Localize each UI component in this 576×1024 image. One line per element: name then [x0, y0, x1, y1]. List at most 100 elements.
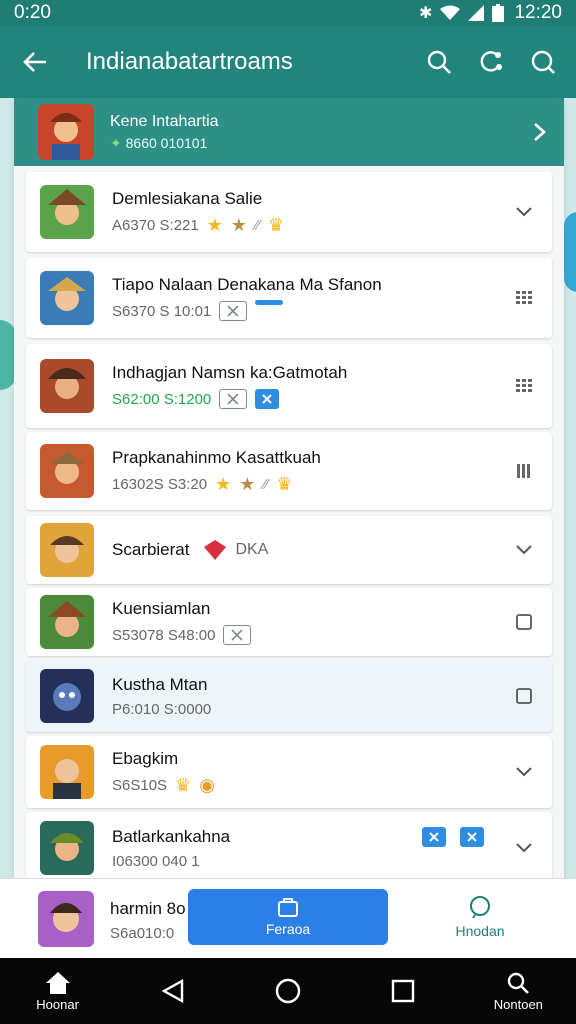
row-meta-text: P6:010 S:0000 [112, 700, 212, 718]
avatar [40, 444, 94, 498]
help-button[interactable] [524, 43, 562, 81]
status-time-right: 12:20 [514, 2, 562, 23]
list-item[interactable]: Kuensiamlan S53078 S48:00 [26, 588, 552, 656]
grid-icon[interactable] [496, 379, 552, 393]
star-icon: ★ [215, 473, 232, 494]
slash-icon: ⁄⁄ [263, 475, 269, 493]
close-chip-blue-icon[interactable] [422, 827, 446, 847]
row-title: Prapkanahinmo Kasattkuah [112, 447, 321, 467]
checkbox-icon[interactable] [496, 614, 552, 630]
row-meta-text: S62:00 S:1200 [112, 390, 212, 408]
search-icon [508, 972, 530, 994]
page-title: Indianabatartroams [86, 48, 293, 75]
nav-search-label: Nontoen [493, 996, 543, 1012]
secondary-action-button[interactable]: Hnodan [430, 889, 530, 945]
row-meta: S53078 S48:00 [112, 625, 496, 645]
star-icon: ★ [239, 473, 256, 494]
share-button[interactable] [472, 43, 510, 81]
square-recents-icon [391, 979, 415, 1003]
nav-home-circle[interactable] [243, 977, 333, 1005]
chat-icon [470, 896, 490, 919]
app-bar: Indianabatartroams [0, 26, 576, 98]
coin-icon: ◉ [199, 774, 215, 795]
nav-home[interactable]: Hoonar [13, 971, 103, 1012]
crown-icon: ♛ [268, 214, 285, 235]
checkbox-icon[interactable] [496, 688, 552, 704]
rank-up-icon: ✦ [110, 134, 126, 151]
chevron-down-icon[interactable] [496, 543, 552, 557]
share-icon [480, 51, 502, 72]
close-chip-icon[interactable] [219, 389, 248, 409]
row-title: Kuensiamlan [112, 599, 211, 618]
bottom-sheet-title: harmin 8o [110, 899, 186, 918]
avatar [38, 891, 94, 947]
row-meta-text: A6370 S:221 [112, 216, 199, 234]
nav-search[interactable]: Nontoen [473, 971, 563, 1012]
list-icon[interactable] [496, 464, 552, 478]
bag-icon [278, 898, 298, 917]
row-title: Scarbierat [112, 540, 190, 559]
status-right: ✱ 12:20 [419, 2, 562, 24]
list-item[interactable]: Indhagjan Namsn ka:Gatmotah S62:00 S:120… [26, 344, 552, 428]
primary-action-button[interactable]: Feraoa [188, 889, 388, 945]
avatar [40, 669, 94, 723]
row-meta: S6370 S 10:01 [112, 299, 496, 321]
bottom-sheet: harmin 8o S6a010:0 Feraoa Hnodan [0, 878, 576, 958]
ruby-icon [203, 539, 227, 561]
chevron-down-icon[interactable] [496, 841, 552, 855]
avatar [40, 523, 94, 577]
game-list: Kene Intahartia ✦ 8660 010101 Demlesiaka… [14, 98, 564, 888]
arrow-left-icon [23, 52, 46, 72]
bluetooth-icon: ✱ [419, 5, 433, 22]
chevron-down-icon[interactable] [496, 205, 552, 219]
row-meta: A6370 S:221 ★ ★ ⁄⁄ ♛ [112, 215, 496, 236]
slash-icon: ⁄⁄ [255, 216, 261, 234]
row-badge: DKA [235, 541, 269, 558]
avatar [40, 185, 94, 239]
chevron-right-icon[interactable] [514, 121, 564, 143]
status-time-left: 0:20 [14, 2, 51, 23]
nav-back[interactable] [128, 978, 218, 1004]
home-icon [45, 971, 70, 994]
primary-action-label: Feraoa [265, 921, 311, 937]
star-icon: ★ [206, 214, 223, 235]
system-nav-bar: Hoonar Nontoen [0, 958, 576, 1024]
row-meta-text: S6S10S [112, 776, 168, 794]
list-item[interactable]: Tiapo Nalaan Denakana Ma Sfanon S6370 S … [26, 258, 552, 338]
list-item[interactable]: Scarbierat DKA [26, 516, 552, 584]
back-button[interactable] [0, 26, 70, 98]
row-title: Batlarkankahna [112, 826, 231, 846]
row-title: Tiapo Nalaan Denakana Ma Sfanon [112, 275, 382, 294]
list-item[interactable]: Prapkanahinmo Kasattkuah 16302S S3:20 ★ … [26, 432, 552, 510]
close-chip-blue-icon[interactable] [460, 827, 484, 847]
search-button[interactable] [420, 43, 458, 81]
featured-name: Kene Intahartia [110, 112, 219, 130]
list-item[interactable]: Batlarkankahna I06300 040 1 [26, 812, 552, 884]
battery-icon [492, 4, 505, 22]
grid-icon[interactable] [496, 291, 552, 305]
row-meta-text: I06300 040 1 [112, 852, 200, 870]
close-chip-blue-icon[interactable] [255, 389, 280, 409]
wifi-icon [440, 5, 461, 20]
nav-recents[interactable] [358, 979, 448, 1003]
row-meta-text: S53078 S48:00 [112, 626, 216, 644]
row-meta: S6S10S ♛ ◉ [112, 775, 496, 796]
featured-item[interactable]: Kene Intahartia ✦ 8660 010101 [14, 98, 564, 166]
status-icons: ✱ [419, 3, 505, 23]
list-item[interactable]: Demlesiakana Salie A6370 S:221 ★ ★ ⁄⁄ ♛ [26, 172, 552, 252]
row-meta: P6:010 S:0000 [112, 701, 496, 718]
search-icon [427, 50, 451, 74]
close-chip-icon[interactable] [223, 625, 252, 645]
avatar [40, 821, 94, 875]
secondary-action-label: Hnodan [455, 923, 505, 939]
avatar [40, 595, 94, 649]
star-icon: ★ [230, 214, 248, 235]
circle-home-icon [275, 978, 301, 1004]
row-meta-text: S6370 S 10:01 [112, 302, 212, 320]
list-item[interactable]: Ebagkim S6S10S ♛ ◉ [26, 736, 552, 808]
close-chip-icon[interactable] [219, 301, 248, 321]
bottom-sheet-meta: S6a010:0 [110, 925, 175, 942]
list-item[interactable]: Kustha Mtan P6:010 S:0000 [26, 660, 552, 732]
chevron-down-icon[interactable] [496, 765, 552, 779]
avatar [40, 359, 94, 413]
